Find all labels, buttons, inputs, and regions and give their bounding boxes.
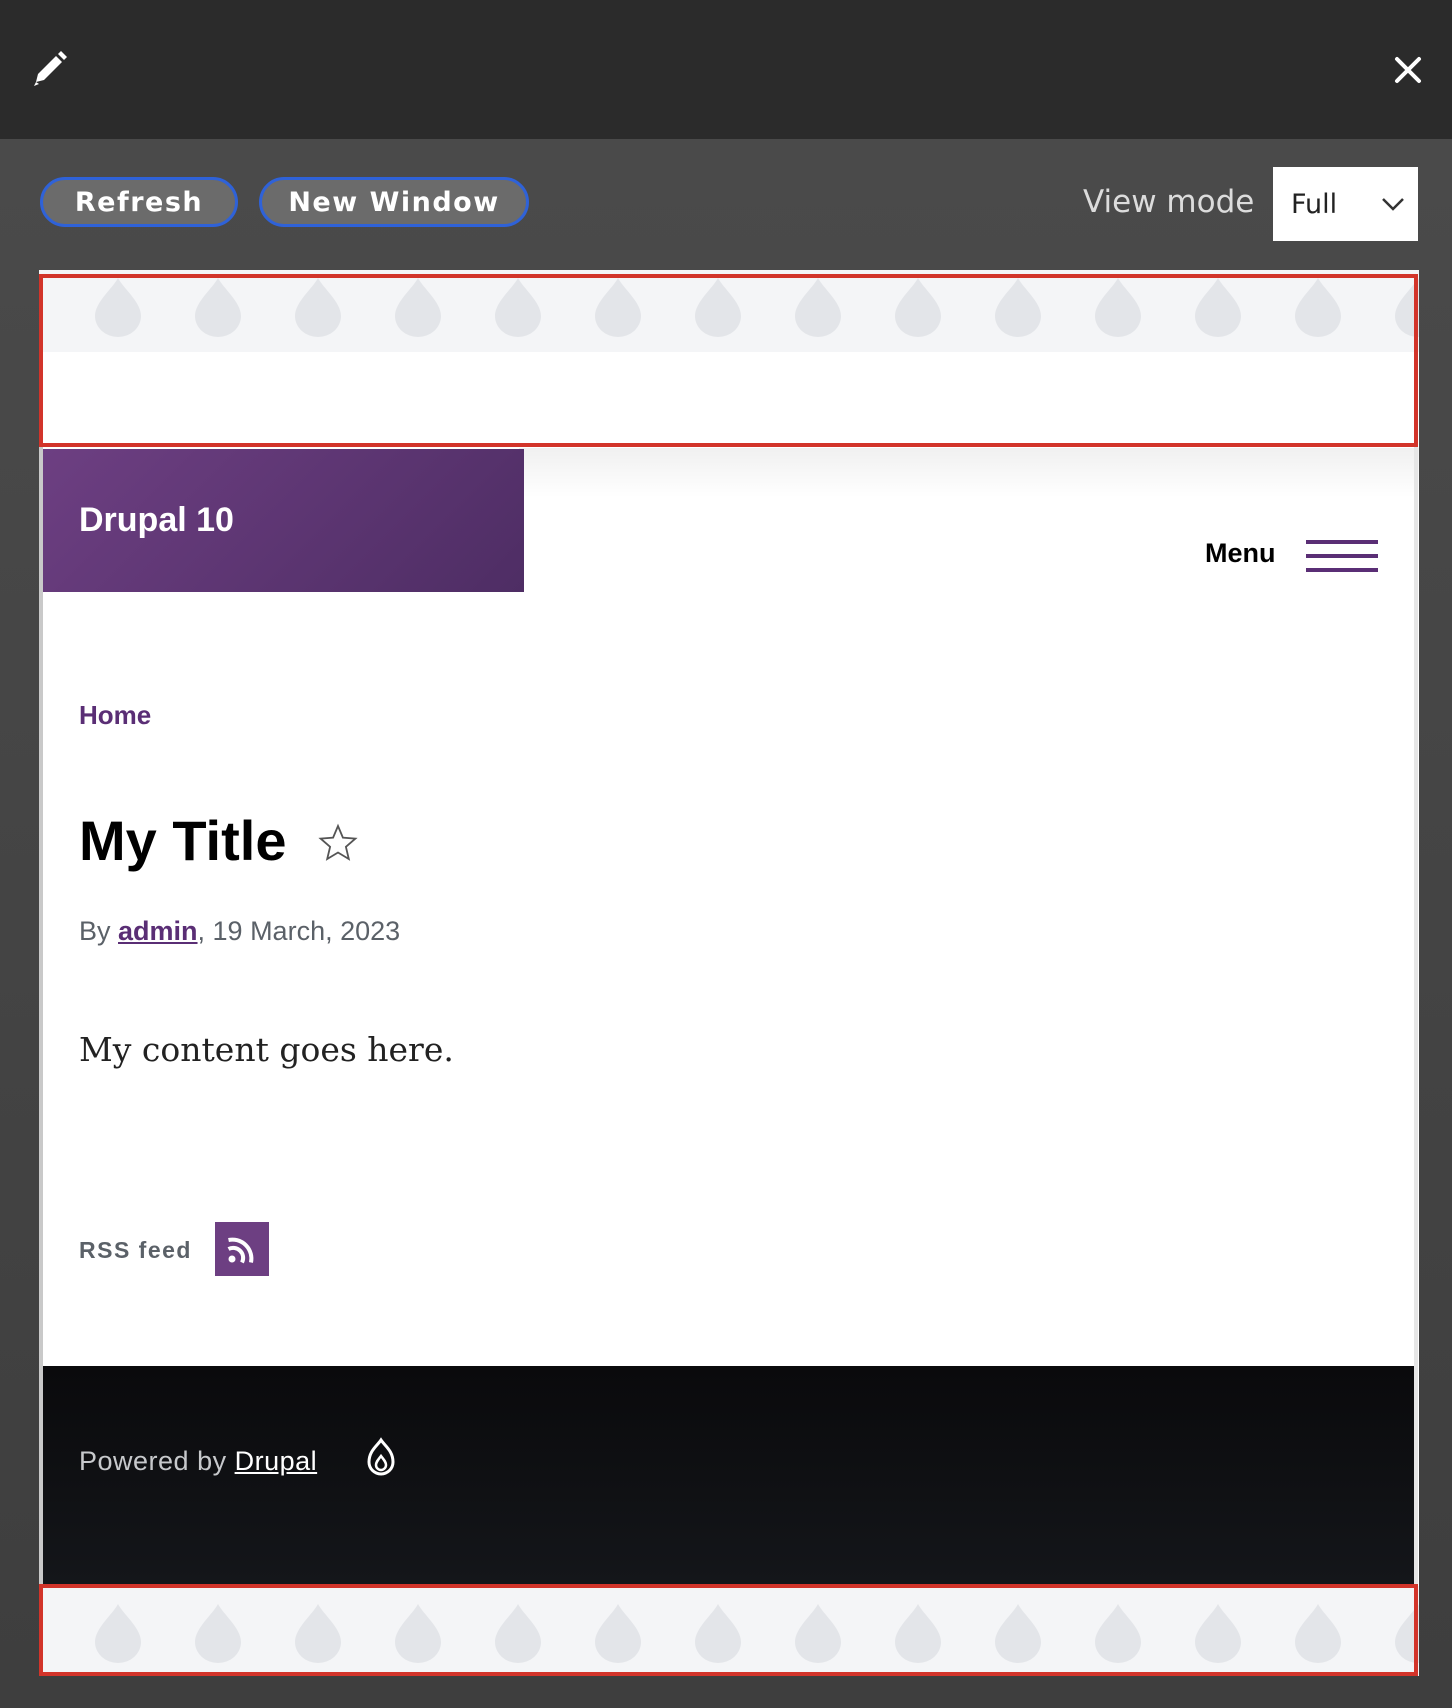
drop-pattern-icon <box>95 278 141 337</box>
hamburger-menu-icon[interactable] <box>1306 536 1378 576</box>
drop-pattern-icon <box>495 278 541 337</box>
drop-pattern-icon <box>1095 1604 1141 1663</box>
page-title: My Title <box>79 809 287 872</box>
drupal-link[interactable]: Drupal <box>235 1446 318 1476</box>
drop-pattern-icon <box>95 1604 141 1663</box>
drop-pattern-icon <box>995 1604 1041 1663</box>
drop-pattern-icon <box>295 1604 341 1663</box>
drop-pattern-icon <box>1295 278 1341 337</box>
view-mode-label: View mode <box>1083 184 1255 220</box>
drop-pattern-icon <box>595 278 641 337</box>
drop-pattern-icon <box>1195 1604 1241 1663</box>
view-mode-value: Full <box>1291 188 1338 220</box>
site-name-link[interactable]: Drupal 10 <box>79 501 234 540</box>
drop-pattern-top <box>39 270 1419 352</box>
drop-pattern-icon <box>995 278 1041 337</box>
rss-feed-label: RSS feed <box>79 1237 192 1263</box>
drupal-drop-icon <box>367 1437 395 1476</box>
chevron-down-icon <box>1382 198 1404 211</box>
header-shadow <box>519 448 1419 498</box>
star-icon[interactable] <box>318 823 358 863</box>
drop-pattern-icon <box>295 278 341 337</box>
breadcrumb-home-link[interactable]: Home <box>79 700 151 731</box>
dialog-titlebar <box>0 0 1452 139</box>
rss-icon[interactable] <box>215 1222 269 1276</box>
drop-pattern-icon <box>1395 1604 1419 1663</box>
drop-pattern-icon <box>895 278 941 337</box>
preview-edge-right <box>1414 447 1418 1584</box>
drop-pattern-icon <box>195 1604 241 1663</box>
menu-button-label[interactable]: Menu <box>1205 538 1276 569</box>
drop-pattern-icon <box>1095 278 1141 337</box>
powered-by-text: Powered by Drupal <box>79 1446 317 1477</box>
preview-frame: Drupal 10 Menu Home My Title By admin, 1… <box>39 270 1419 1676</box>
drop-pattern-icon <box>595 1604 641 1663</box>
drop-pattern-bottom <box>39 1586 1419 1676</box>
drop-pattern-icon <box>695 1604 741 1663</box>
pencil-icon <box>34 51 67 86</box>
article-body: My content goes here. <box>79 1030 454 1069</box>
drop-pattern-icon <box>195 278 241 337</box>
byline-prefix: By <box>79 916 119 946</box>
site-branding: Drupal 10 <box>43 449 524 592</box>
new-window-button[interactable]: New Window <box>259 177 529 227</box>
site-footer: Powered by Drupal <box>43 1366 1415 1586</box>
drop-pattern-icon <box>895 1604 941 1663</box>
drop-pattern-icon <box>1295 1604 1341 1663</box>
close-icon[interactable] <box>1393 55 1423 85</box>
drop-pattern-icon <box>395 1604 441 1663</box>
drop-pattern-icon <box>495 1604 541 1663</box>
article-byline: By admin, 19 March, 2023 <box>79 916 400 947</box>
refresh-button[interactable]: Refresh <box>40 177 238 227</box>
preview-edge-left <box>39 447 43 1584</box>
author-link[interactable]: admin <box>118 916 198 946</box>
view-mode-select[interactable]: Full <box>1273 167 1418 241</box>
article-date: , 19 March, 2023 <box>197 916 401 946</box>
drop-pattern-icon <box>795 278 841 337</box>
drop-pattern-icon <box>1395 278 1419 337</box>
drop-pattern-icon <box>795 1604 841 1663</box>
drop-pattern-icon <box>395 278 441 337</box>
drop-pattern-icon <box>1195 278 1241 337</box>
powered-prefix: Powered by <box>79 1446 235 1476</box>
drop-pattern-icon <box>695 278 741 337</box>
